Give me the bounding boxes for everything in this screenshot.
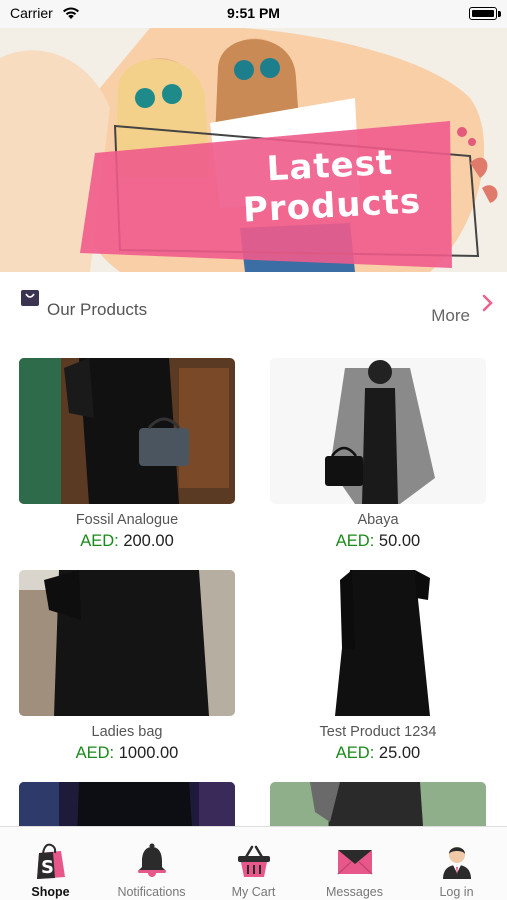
status-bar: Carrier 9:51 PM: [0, 0, 507, 28]
product-name: Ladies bag: [91, 724, 163, 740]
tab-label: Log in: [439, 885, 474, 899]
product-price: AED: 50.00: [270, 532, 486, 551]
tab-bar: S Shope Notifications My Cart Messages L…: [0, 826, 507, 900]
basket-icon: [237, 845, 270, 877]
status-time: 9:51 PM: [227, 5, 280, 21]
tab-label: Shope: [31, 885, 70, 899]
price-currency: AED:: [75, 744, 115, 762]
latest-products-banner[interactable]: Latest Products: [0, 28, 507, 272]
product-image[interactable]: [270, 358, 486, 504]
price-value: 25.00: [378, 744, 421, 762]
banner-title: Latest Products: [234, 141, 428, 231]
product-card[interactable]: Ladies bag AED: 1000.00: [19, 570, 235, 763]
product-card[interactable]: Fossil Analogue AED: 200.00: [19, 358, 235, 551]
product-card[interactable]: Test Product 1234 AED: 25.00: [270, 570, 486, 763]
chevron-right-icon[interactable]: [481, 293, 495, 315]
product-card[interactable]: Abaya AED: 50.00: [270, 358, 486, 551]
section-title: Our Products: [47, 300, 148, 319]
tab-log-in[interactable]: Log in: [406, 827, 507, 900]
price-value: 50.00: [378, 532, 421, 550]
price-value: 1000.00: [118, 744, 179, 762]
price-currency: AED:: [80, 532, 119, 550]
bell-icon: [137, 843, 166, 877]
product-name: Abaya: [357, 512, 399, 528]
tab-my-cart[interactable]: My Cart: [203, 827, 304, 900]
shopify-bag-icon: S: [36, 843, 65, 879]
shopping-bag-icon: [21, 290, 39, 306]
price-value: 200.00: [123, 532, 174, 550]
tab-messages[interactable]: Messages: [304, 827, 405, 900]
tab-label: Messages: [326, 885, 383, 899]
tab-notifications[interactable]: Notifications: [101, 827, 202, 900]
product-image[interactable]: [270, 570, 486, 716]
user-avatar-icon: [442, 847, 471, 879]
product-price: AED: 1000.00: [19, 744, 235, 763]
battery-tip: [498, 11, 501, 17]
section-header: Our Products More: [0, 285, 507, 335]
tab-label: Notifications: [117, 885, 186, 899]
product-image[interactable]: [19, 570, 235, 716]
envelope-icon: [336, 850, 373, 875]
product-price: AED: 25.00: [270, 744, 486, 763]
product-name: Fossil Analogue: [75, 512, 179, 528]
more-link[interactable]: More: [431, 306, 470, 326]
svg-text:S: S: [41, 857, 54, 878]
product-price: AED: 200.00: [19, 532, 235, 551]
battery-icon: [469, 7, 497, 20]
tab-shope[interactable]: S Shope: [0, 827, 101, 900]
product-image[interactable]: [19, 358, 235, 504]
price-currency: AED:: [335, 744, 375, 762]
product-name: Test Product 1234: [319, 724, 437, 740]
price-currency: AED:: [335, 532, 375, 550]
tab-label: My Cart: [231, 885, 276, 899]
